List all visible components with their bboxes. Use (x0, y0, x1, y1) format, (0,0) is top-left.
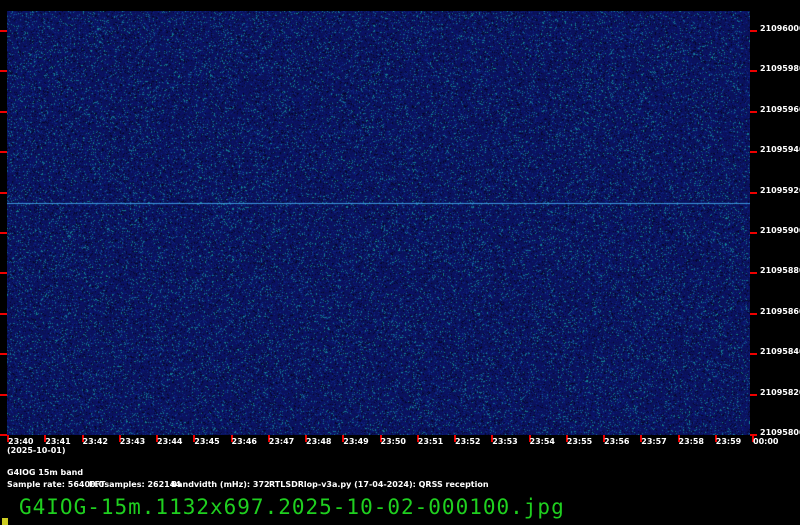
y-tick-mark (750, 70, 757, 72)
x-tick-label: 23:43 (120, 437, 145, 446)
x-tick-label: 23:58 (679, 437, 704, 446)
x-tick-label: 23:57 (641, 437, 666, 446)
station-label: G4IOG 15m band (7, 468, 83, 477)
corner-marker (2, 518, 8, 525)
y-tick-mark (0, 192, 7, 194)
filename-caption: G4IOG-15m.1132x697.2025-10-02-000100.jpg (19, 495, 565, 519)
y-tick-mark (750, 111, 757, 113)
x-tick-label: 23:44 (157, 437, 182, 446)
y-tick-mark (750, 353, 757, 355)
y-tick-mark (0, 353, 7, 355)
y-tick-mark (0, 70, 7, 72)
y-tick-mark (750, 30, 757, 32)
x-tick-label: 23:41 (45, 437, 70, 446)
waterfall-spectrogram (7, 11, 750, 435)
y-tick-mark (750, 232, 757, 234)
y-tick-label: 21095820 (760, 388, 800, 397)
y-tick-label: 21095920 (760, 186, 800, 195)
y-tick-mark (0, 232, 7, 234)
y-tick-label: 21096000 (760, 24, 800, 33)
x-tick-label: 23:54 (530, 437, 555, 446)
y-tick-mark (0, 151, 7, 153)
y-tick-label: 21095940 (760, 145, 800, 154)
x-tick-label: 23:47 (269, 437, 294, 446)
y-tick-mark (0, 111, 7, 113)
x-tick-label: 23:52 (455, 437, 480, 446)
y-tick-mark (750, 192, 757, 194)
y-tick-mark (750, 272, 757, 274)
fft-samples: FFTsamples: 262144 (89, 480, 181, 489)
x-tick-label: 23:46 (232, 437, 257, 446)
y-tick-label: 21095840 (760, 347, 800, 356)
x-tick-label: 23:40 (8, 437, 33, 446)
y-tick-label: 21095860 (760, 307, 800, 316)
y-tick-mark (0, 30, 7, 32)
y-tick-mark (0, 313, 7, 315)
x-tick-label: 23:56 (604, 437, 629, 446)
x-tick-label: 00:00 (753, 437, 778, 446)
x-tick-label: 23:50 (381, 437, 406, 446)
y-tick-mark (0, 272, 7, 274)
date-label: (2025-10-01) (7, 446, 65, 455)
y-tick-mark (750, 394, 757, 396)
x-tick-label: 23:59 (716, 437, 741, 446)
y-tick-mark (0, 434, 7, 436)
y-tick-label: 21095960 (760, 105, 800, 114)
x-tick-label: 23:53 (492, 437, 517, 446)
y-tick-mark (0, 394, 7, 396)
y-tick-label: 21095880 (760, 266, 800, 275)
y-tick-mark (750, 313, 757, 315)
bandwidth: Bandvidth (mHz): 372 (171, 480, 270, 489)
x-tick-label: 23:49 (343, 437, 368, 446)
y-tick-label: 21095800 (760, 428, 800, 437)
x-tick-label: 23:42 (83, 437, 108, 446)
x-tick-label: 23:55 (567, 437, 592, 446)
y-tick-label: 21095980 (760, 64, 800, 73)
y-tick-mark (750, 151, 757, 153)
x-tick-label: 23:48 (306, 437, 331, 446)
x-tick-label: 23:45 (194, 437, 219, 446)
y-tick-label: 21095900 (760, 226, 800, 235)
x-tick-label: 23:51 (418, 437, 443, 446)
software-info: RTLSDRlop-v3a.py (17-04-2024): QRSS rece… (269, 480, 489, 489)
